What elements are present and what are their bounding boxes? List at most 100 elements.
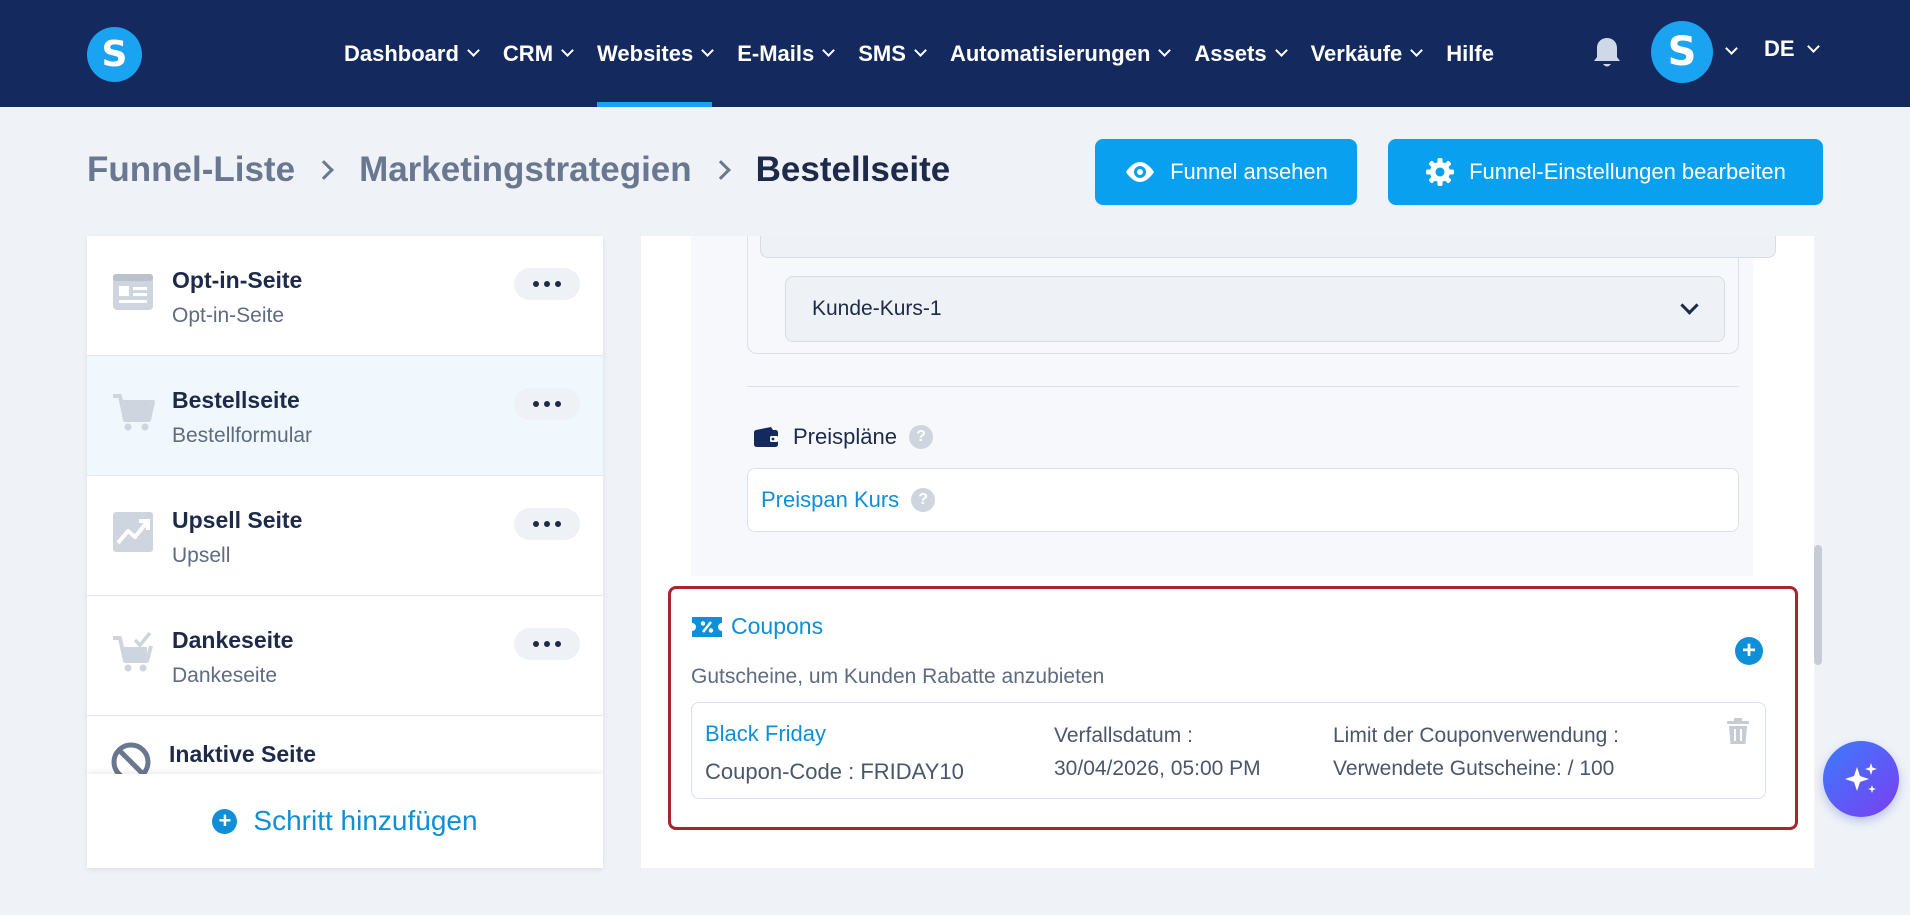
chevron-down-icon: [914, 44, 927, 57]
nav-sales[interactable]: Verkäufe: [1310, 0, 1424, 107]
usage-limit-value: Verwendete Gutscheine: / 100: [1333, 757, 1615, 780]
help-icon[interactable]: ?: [908, 425, 933, 449]
expiry-value: 30/04/2026, 05:00 PM: [1054, 757, 1261, 780]
help-icon[interactable]: ?: [911, 488, 936, 512]
breadcrumb: Funnel-Liste Marketingstrategien Bestell…: [87, 150, 950, 190]
dot: [544, 641, 550, 647]
expiry-label: Verfallsdatum :: [1054, 724, 1193, 747]
edit-funnel-settings-button[interactable]: Funnel-Einstellungen bearbeiten: [1388, 139, 1823, 205]
logo-letter: S: [101, 34, 128, 75]
plus-icon: +: [212, 808, 238, 834]
trending-up-icon: [113, 512, 153, 552]
dot: [555, 521, 561, 527]
more-options-button[interactable]: [514, 388, 580, 420]
dot: [533, 401, 539, 407]
nav-crm[interactable]: CRM: [502, 0, 574, 107]
add-coupon-button[interactable]: +: [1735, 637, 1763, 665]
dot: [555, 281, 561, 287]
price-plans-header: Preispläne ?: [753, 424, 933, 450]
nav-label: Websites: [597, 40, 694, 66]
nav-label: Assets: [1194, 40, 1267, 66]
price-plan-field[interactable]: Preispan Kurs ?: [747, 468, 1739, 532]
dot: [544, 281, 550, 287]
step-thankyou-page[interactable]: Dankeseite Dankeseite: [87, 596, 603, 716]
nav-label: Hilfe: [1446, 40, 1494, 66]
add-step-button[interactable]: + Schritt hinzufügen: [87, 774, 603, 868]
divider: [747, 386, 1739, 387]
chevron-right-icon: [710, 160, 731, 180]
bell-icon[interactable]: [1592, 36, 1622, 70]
step-optin-page[interactable]: Opt-in-Seite Opt-in-Seite: [87, 236, 603, 356]
price-plan-value[interactable]: Preispan Kurs: [761, 487, 899, 513]
app-logo[interactable]: S: [87, 27, 142, 82]
coupon-ticket-icon: [692, 616, 722, 637]
funnel-steps-panel: Opt-in-Seite Opt-in-Seite Bestellseite B…: [87, 236, 603, 868]
nav-label: E-Mails: [737, 40, 815, 66]
dot: [555, 401, 561, 407]
edit-settings-label: Funnel-Einstellungen bearbeiten: [1469, 159, 1786, 184]
nav-label: Dashboard: [344, 40, 459, 66]
avatar-letter: S: [1667, 29, 1697, 75]
breadcrumb-funnel[interactable]: Marketingstrategien: [359, 150, 692, 190]
cart-check-icon: [113, 631, 153, 672]
chevron-down-icon[interactable]: [1725, 42, 1738, 55]
language-label: DE: [1764, 36, 1795, 61]
dot: [555, 641, 561, 647]
chevron-right-icon: [314, 160, 334, 180]
nav-help[interactable]: Hilfe: [1446, 0, 1494, 107]
step-subtitle: Bestellformular: [172, 424, 313, 447]
chevron-down-icon: [561, 44, 574, 57]
dot: [533, 521, 539, 527]
nav-label: CRM: [502, 40, 554, 66]
nav-emails[interactable]: E-Mails: [737, 0, 836, 107]
nav-label: Automatisierungen: [949, 40, 1151, 66]
coupon-code: Coupon-Code : FRIDAY10: [705, 759, 964, 784]
price-plans-label: Preispläne: [793, 424, 897, 449]
nav-sms[interactable]: SMS: [858, 0, 927, 107]
usage-limit-label: Limit der Couponverwendung :: [1333, 724, 1620, 747]
view-funnel-label: Funnel ansehen: [1170, 159, 1328, 184]
nav-dashboard[interactable]: Dashboard: [344, 0, 480, 107]
step-title: Upsell Seite: [172, 507, 303, 533]
dot: [544, 401, 550, 407]
nav-automations[interactable]: Automatisierungen: [949, 0, 1172, 107]
chevron-down-icon: [701, 44, 715, 57]
eye-icon: [1126, 162, 1155, 182]
coupons-description: Gutscheine, um Kunden Rabatte anzubieten: [691, 665, 1105, 688]
step-subtitle: Upsell: [172, 544, 231, 567]
more-options-button[interactable]: [514, 508, 580, 540]
course-select[interactable]: Kunde-Kurs-1: [785, 276, 1725, 342]
breadcrumb-funnel-list[interactable]: Funnel-Liste: [87, 150, 295, 190]
step-upsell-page[interactable]: Upsell Seite Upsell: [87, 476, 603, 596]
nav-label: Verkäufe: [1310, 40, 1403, 66]
more-options-button[interactable]: [514, 628, 580, 660]
coupons-title: Coupons: [731, 613, 824, 639]
more-options-button[interactable]: [514, 268, 580, 300]
ai-assistant-button[interactable]: [1823, 741, 1899, 817]
coupon-card: Black Friday Coupon-Code : FRIDAY10 Verf…: [691, 702, 1766, 799]
nav-assets[interactable]: Assets: [1194, 0, 1288, 107]
top-navigation-bar: S Dashboard CRM Websites E-Mails SMS Aut…: [0, 0, 1910, 107]
chevron-down-icon: [1274, 44, 1288, 57]
selected-course-value: Kunde-Kurs-1: [812, 297, 942, 320]
chevron-down-icon: [822, 44, 836, 57]
chevron-down-icon: [1680, 296, 1699, 315]
scrollbar-thumb[interactable]: [1814, 545, 1822, 665]
user-avatar[interactable]: S: [1651, 21, 1713, 83]
step-title: Dankeseite: [172, 627, 294, 653]
step-title: Opt-in-Seite: [172, 267, 303, 293]
coupons-section: Coupons + Gutscheine, um Kunden Rabatte …: [668, 586, 1798, 830]
step-title: Inaktive Seite: [169, 741, 317, 767]
step-order-page[interactable]: Bestellseite Bestellformular: [87, 356, 603, 476]
product-field-top[interactable]: [760, 236, 1776, 258]
coupon-name-link[interactable]: Black Friday: [705, 721, 826, 747]
language-selector[interactable]: DE: [1764, 36, 1820, 62]
nav-websites[interactable]: Websites: [597, 0, 715, 107]
trash-icon[interactable]: [1726, 717, 1750, 745]
cart-icon: [113, 394, 155, 431]
chevron-down-icon: [1806, 39, 1820, 53]
view-funnel-button[interactable]: Funnel ansehen: [1095, 139, 1357, 205]
main-menu: Dashboard CRM Websites E-Mails SMS Autom…: [344, 0, 1519, 107]
breadcrumb-current-page: Bestellseite: [755, 150, 951, 189]
dot: [544, 521, 550, 527]
